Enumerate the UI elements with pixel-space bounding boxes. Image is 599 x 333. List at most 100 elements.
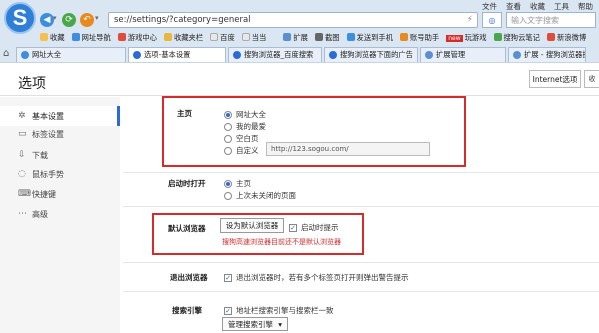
menu-file[interactable]: 文件: [482, 1, 497, 12]
homepage-option-blank[interactable]: 空白页: [224, 133, 259, 144]
manage-search-engine-button[interactable]: 管理搜索引擎 ▾: [222, 317, 288, 331]
game-icon: [117, 32, 126, 41]
section-divider: [123, 291, 599, 292]
new-badge: new: [446, 34, 463, 42]
bookmark-bar: 收藏 网址导航 游戏中心 收藏夹栏 百度 当当 扩展 截图 发送到手机 账号助手…: [40, 31, 586, 44]
sidebar-item-download[interactable]: ⇩ 下载: [0, 145, 120, 165]
checkbox[interactable]: ✓: [289, 223, 297, 232]
back-dropdown-icon[interactable]: ▾: [53, 14, 57, 22]
checkbox[interactable]: ✓: [224, 306, 232, 315]
homepage-option-nav[interactable]: 网址大全: [224, 109, 266, 120]
note-icon: [493, 32, 502, 41]
startup-option-last-session[interactable]: 上次未关闭的页面: [224, 190, 296, 201]
toolbar-play-games[interactable]: new 玩游戏: [446, 33, 487, 43]
toolbar-screenshot[interactable]: 截图: [314, 32, 340, 43]
toolbar-send-to-phone[interactable]: 发送到手机: [346, 32, 393, 43]
tab-strip: ⌂ 网址大全 选项-基本设置 搜狗浏览器_百度搜索 搜狗浏览器下面的广告 扩展管…: [0, 46, 599, 62]
checkbox[interactable]: ✓: [224, 273, 232, 282]
paw-icon: [233, 50, 241, 59]
page-icon: [210, 32, 219, 41]
nav-icon: [71, 32, 80, 41]
phone-icon: [346, 32, 355, 41]
toolbar-weibo[interactable]: 新浪微博: [546, 32, 586, 43]
more-button[interactable]: 收: [584, 70, 599, 88]
radio-button[interactable]: [224, 191, 232, 200]
radio-button[interactable]: [224, 146, 232, 155]
startup-option-home[interactable]: 主页: [224, 178, 251, 189]
undo-icon[interactable]: ↶: [80, 13, 94, 27]
security-icon[interactable]: ◎: [482, 12, 502, 28]
homepage-option-favorites[interactable]: 我的最爱: [224, 121, 266, 132]
toolbar-account[interactable]: 账号助手: [400, 32, 439, 43]
sidebar-item-tabs[interactable]: ▭ 标签设置: [0, 124, 120, 144]
custom-homepage-input[interactable]: http://123.sogou.com/: [266, 142, 430, 156]
radio-button[interactable]: [224, 134, 232, 143]
bookmark-favorites[interactable]: 收藏: [40, 32, 65, 43]
search-input[interactable]: 输入文字搜索: [506, 12, 596, 28]
set-default-browser-button[interactable]: 设为默认浏览器: [220, 218, 284, 233]
tab-baidu-search[interactable]: 搜狗浏览器_百度搜索: [228, 46, 322, 62]
key-icon: [400, 32, 409, 41]
bookmark-folder[interactable]: 收藏夹栏: [163, 32, 203, 43]
sogou-logo-icon[interactable]: S: [4, 2, 36, 34]
sidebar-item-general[interactable]: ✲ 基本设置: [0, 106, 120, 126]
weibo-icon: [546, 32, 555, 41]
star-icon: [40, 32, 48, 41]
paw-icon: [329, 50, 337, 59]
puzzle-icon: [513, 50, 521, 59]
ellipsis-icon: ⋯: [18, 209, 27, 219]
back-icon[interactable]: ◀: [40, 13, 54, 27]
menu-help[interactable]: 帮助: [578, 1, 593, 12]
bookmark-baidu[interactable]: 百度: [210, 32, 235, 43]
tab-settings[interactable]: 选项-基本设置: [128, 46, 226, 62]
gear-icon: ✲: [18, 111, 26, 121]
homepage-option-custom[interactable]: 自定义: [224, 145, 259, 156]
highlight-homepage: [162, 96, 466, 167]
undo-dropdown-icon[interactable]: ▾: [95, 14, 99, 22]
menu-favorites[interactable]: 收藏: [530, 1, 545, 12]
sidebar-item-advanced[interactable]: ⋯ 高级: [0, 204, 120, 224]
toolbar-extensions[interactable]: 扩展: [283, 32, 308, 43]
bookmark-games[interactable]: 游戏中心: [117, 32, 157, 43]
radio-button[interactable]: [224, 179, 232, 188]
menu-view[interactable]: 查看: [506, 1, 521, 12]
puzzle-icon: [283, 32, 292, 41]
exit-label: 退出浏览器: [170, 273, 208, 282]
sidebar-item-shortcuts[interactable]: ⌨ 快捷键: [0, 184, 120, 204]
home-icon[interactable]: ⌂: [3, 48, 9, 59]
tab-icon: ▭: [18, 129, 27, 139]
address-text[interactable]: se://settings/?category=general: [114, 15, 251, 25]
refresh-icon[interactable]: ⟳: [62, 13, 76, 27]
toolbar-notes[interactable]: 搜狗云笔记: [493, 32, 540, 43]
menu-tools[interactable]: 工具: [554, 1, 569, 12]
bookmark-nav[interactable]: 网址导航: [71, 32, 111, 43]
section-divider: [123, 172, 599, 173]
mouse-icon: ◌: [18, 169, 26, 179]
page-title: 选项: [18, 76, 46, 92]
startup-label: 启动时打开: [168, 179, 206, 188]
search-engine-sync-checkbox[interactable]: ✓ 地址栏搜索引擎与搜索栏一致: [224, 305, 334, 316]
exit-warning-checkbox[interactable]: ✓ 退出浏览器时，若有多个标签页打开则弹出警告提示: [224, 272, 409, 283]
folder-icon: [163, 32, 172, 41]
page-icon: [241, 32, 250, 41]
default-browser-label: 默认浏览器: [168, 224, 206, 233]
section-divider: [123, 206, 599, 207]
star-icon[interactable]: ⚡: [467, 15, 473, 25]
startup-prompt-checkbox[interactable]: ✓ 启动时提示: [289, 222, 339, 233]
bookmark-dangdang[interactable]: 当当: [241, 32, 266, 43]
top-menu: 文件 查看 收藏 工具 帮助: [482, 1, 593, 12]
default-browser-warning: 搜狗高速浏览器目前还不是默认浏览器: [222, 238, 341, 246]
tab-extension-center[interactable]: 扩展 - 搜狗浏览器扩展中心: [508, 46, 586, 62]
download-icon: ⇩: [18, 150, 26, 160]
search-engine-label: 搜索引擎: [172, 306, 202, 315]
homepage-label: 主页: [177, 109, 192, 118]
internet-options-button[interactable]: Internet选项: [529, 70, 581, 88]
tab-ad-page[interactable]: 搜狗浏览器下面的广告: [324, 46, 418, 62]
sidebar-item-mouse-gesture[interactable]: ◌ 鼠标手势: [0, 164, 120, 184]
tab-extension-manager[interactable]: 扩展管理: [420, 46, 506, 62]
radio-button[interactable]: [224, 122, 232, 131]
radio-button[interactable]: [224, 110, 232, 119]
address-bar[interactable]: se://settings/?category=general ⚡: [108, 12, 478, 28]
puzzle-icon: [425, 50, 433, 59]
tab-home[interactable]: 网址大全: [16, 46, 126, 62]
